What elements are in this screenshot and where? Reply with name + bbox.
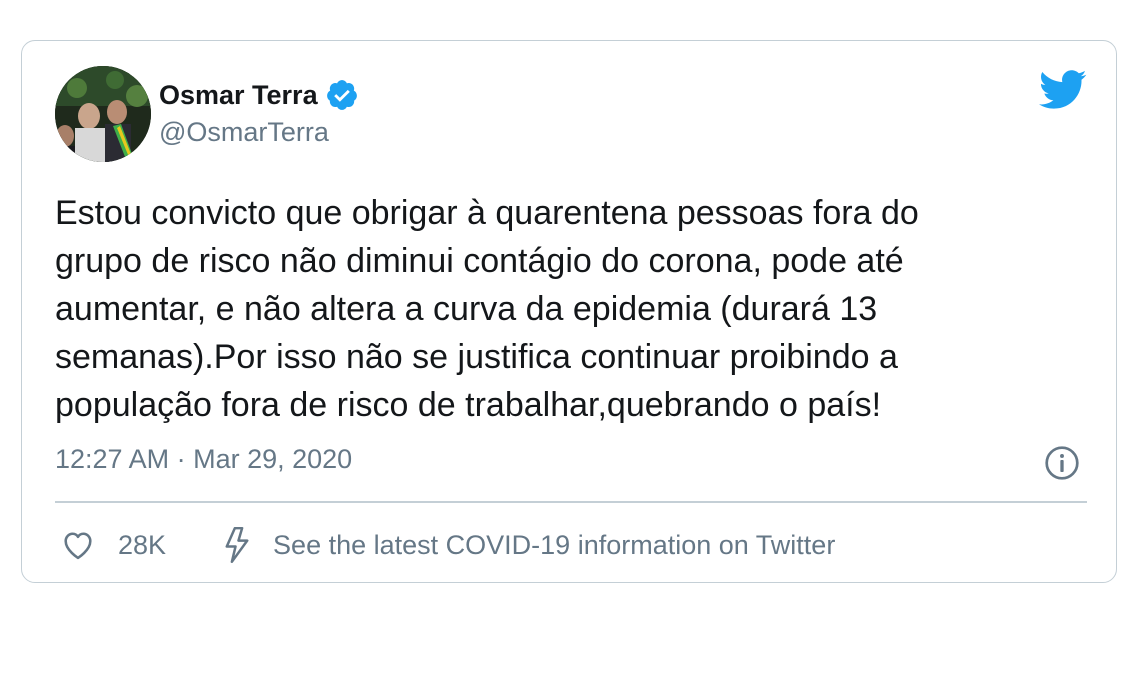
covid-info-link[interactable]: See the latest COVID-19 information on T… [273, 530, 835, 561]
author-name-row: Osmar Terra [159, 77, 359, 113]
tweet-text-line: aumentar, e não altera a curva da epidem… [55, 290, 878, 328]
tweet-text-line: população fora de risco de trabalhar,que… [55, 386, 882, 424]
author-handle[interactable]: @OsmarTerra [159, 117, 329, 148]
tweet-timestamp[interactable]: 12:27 AM · Mar 29, 2020 [55, 444, 352, 475]
avatar[interactable] [55, 66, 151, 162]
info-icon[interactable] [1044, 445, 1080, 481]
tweet-actions: 28K See the latest COVID-19 information … [60, 525, 835, 565]
tweet-text: Estou convicto que obrigar à quarentena … [55, 189, 1095, 429]
twitter-bird-icon[interactable] [1039, 70, 1087, 110]
avatar-photo [55, 66, 151, 162]
author-name[interactable]: Osmar Terra [159, 80, 318, 111]
tweet-card: Osmar Terra @OsmarTerra Estou convicto q… [21, 40, 1117, 583]
lightning-bolt-icon[interactable] [222, 526, 252, 564]
tweet-text-line: Estou convicto que obrigar à quarentena … [55, 194, 919, 232]
tweet-text-line: semanas).Por isso não se justifica conti… [55, 338, 898, 376]
heart-icon[interactable] [60, 527, 96, 563]
verified-badge-icon [326, 80, 357, 110]
tweet-text-line: grupo de risco não diminui contágio do c… [55, 242, 904, 280]
like-count[interactable]: 28K [118, 530, 166, 561]
divider [55, 501, 1087, 503]
